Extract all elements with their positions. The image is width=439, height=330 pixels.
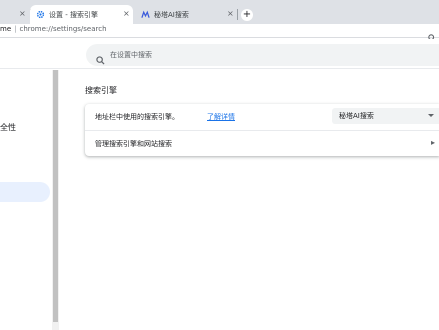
url-separator: | bbox=[14, 25, 17, 33]
tab-strip: × 设置 - 搜索引擎 × 秘塔AI搜索 × + bbox=[0, 0, 439, 24]
tab-metaso[interactable]: 秘塔AI搜索 × bbox=[135, 5, 237, 24]
close-icon[interactable]: × bbox=[227, 9, 234, 18]
settings-header: 在设置中搜索 bbox=[0, 39, 439, 69]
settings-main: 搜索引擎 地址栏中使用的搜索引擎。 了解详情 秘塔AI搜索 管理搜索引擎和网站搜… bbox=[59, 70, 439, 330]
chevron-right-icon: ▸ bbox=[431, 138, 436, 147]
url-text: me | chrome://settings/search bbox=[0, 25, 107, 33]
metaso-logo-icon bbox=[141, 10, 150, 19]
settings-sidebar: 安全性 bbox=[0, 70, 52, 330]
tab-settings[interactable]: 设置 - 搜索引擎 × bbox=[30, 5, 133, 24]
search-placeholder: 在设置中搜索 bbox=[110, 51, 152, 59]
selected-engine: 秘塔AI搜索 bbox=[339, 112, 374, 120]
default-engine-label: 地址栏中使用的搜索引擎。 bbox=[95, 113, 179, 121]
default-engine-row: 地址栏中使用的搜索引擎。 了解详情 秘塔AI搜索 bbox=[85, 104, 439, 130]
settings-search-input[interactable]: 在设置中搜索 bbox=[86, 44, 439, 66]
search-engine-card: 地址栏中使用的搜索引擎。 了解详情 秘塔AI搜索 管理搜索引擎和网站搜索 ▸ bbox=[85, 104, 439, 156]
close-icon[interactable]: × bbox=[19, 9, 26, 18]
sidebar-item-search-engine[interactable] bbox=[0, 182, 50, 202]
url-path: chrome://settings/search bbox=[19, 25, 107, 33]
search-engine-select[interactable]: 秘塔AI搜索 bbox=[332, 108, 439, 124]
chevron-down-icon bbox=[428, 114, 434, 117]
sidebar-item-safety[interactable]: 安全性 bbox=[0, 122, 42, 133]
browser-window: × 设置 - 搜索引擎 × 秘塔AI搜索 × + me | chrome://s… bbox=[0, 0, 439, 330]
search-icon bbox=[96, 50, 105, 69]
learn-more-link[interactable]: 了解详情 bbox=[207, 112, 235, 122]
close-icon[interactable]: × bbox=[123, 9, 130, 18]
tab-title: 设置 - 搜索引擎 bbox=[49, 10, 98, 19]
url-host: me bbox=[0, 25, 12, 33]
manage-engines-label: 管理搜索引擎和网站搜索 bbox=[95, 140, 172, 148]
tab-separator bbox=[237, 9, 238, 20]
section-title: 搜索引擎 bbox=[85, 86, 117, 95]
tab-previous[interactable]: × bbox=[0, 5, 30, 24]
gear-icon bbox=[36, 10, 45, 19]
manage-engines-row[interactable]: 管理搜索引擎和网站搜索 ▸ bbox=[85, 130, 439, 156]
tab-title: 秘塔AI搜索 bbox=[154, 10, 189, 19]
new-tab-button[interactable]: + bbox=[241, 9, 253, 21]
scrollbar-thumb[interactable] bbox=[53, 70, 58, 322]
address-bar[interactable]: me | chrome://settings/search bbox=[0, 24, 439, 42]
